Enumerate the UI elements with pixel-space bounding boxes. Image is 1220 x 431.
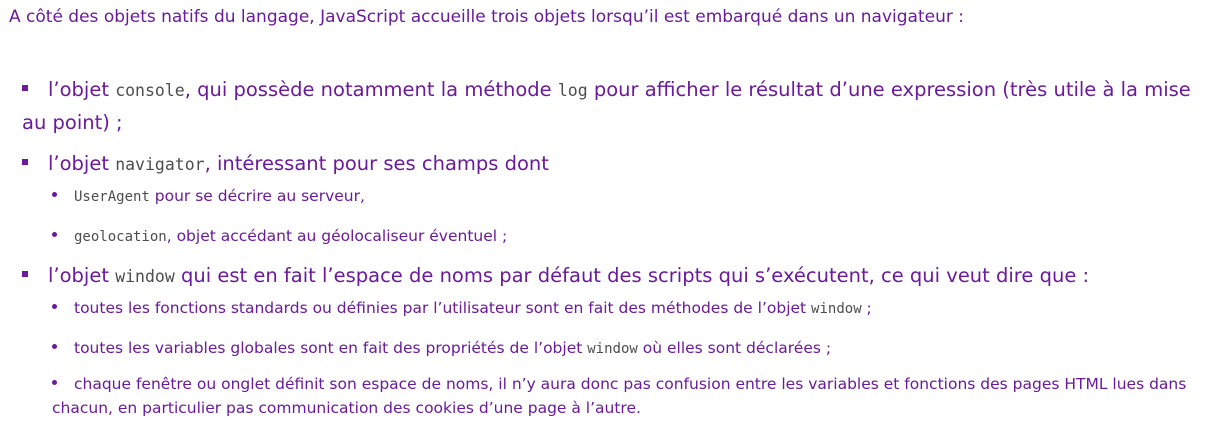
item-text-post: qui est en fait l’espace de noms par déf… — [174, 264, 1090, 287]
code-navigator: navigator — [115, 155, 205, 174]
list-item-console: l’objet console, qui possède notamment l… — [22, 74, 1192, 139]
code-geolocation: geolocation — [74, 229, 167, 245]
round-bullet-icon — [52, 344, 57, 349]
sublist-item-variables: toutes les variables globales sont en fa… — [52, 336, 1192, 361]
sublist-item-geolocation: geolocation, objet accédant au géolocali… — [52, 224, 1192, 249]
subitem-text-pre: chaque fenêtre ou onglet définit son esp… — [52, 375, 1187, 417]
document-page: A côté des objets natifs du langage, Jav… — [0, 0, 1220, 431]
item-text-post: , qui possède notamment la méthode — [184, 78, 558, 101]
square-bullet-icon — [22, 270, 28, 277]
round-bullet-icon — [52, 232, 57, 237]
list-item-window: l’objet window qui est en fait l’espace … — [22, 260, 1192, 293]
subitem-text-post: ; — [861, 299, 872, 317]
item-text-pre: l’objet — [48, 152, 116, 175]
code-useragent: UserAgent — [74, 189, 150, 205]
subitem-text-pre: toutes les fonctions standards ou défini… — [74, 299, 812, 317]
square-bullet-icon — [22, 84, 28, 91]
code-window: window — [811, 301, 862, 317]
subitem-text-post: où elles sont déclarées ; — [637, 339, 832, 357]
round-bullet-icon — [52, 192, 57, 197]
round-bullet-icon — [52, 380, 57, 385]
sublist-item-namespace: chaque fenêtre ou onglet définit son esp… — [52, 372, 1192, 420]
subitem-text-post: pour se décrire au serveur, — [149, 187, 365, 205]
list-item-navigator: l’objet navigator, intéressant pour ses … — [22, 148, 1192, 181]
sublist-item-useragent: UserAgent pour se décrire au serveur, — [52, 184, 1192, 209]
item-text-pre: l’objet — [48, 264, 116, 287]
round-bullet-icon — [52, 304, 57, 309]
code-console: console — [115, 81, 185, 100]
subitem-text-post: , objet accédant au géolocaliseur éventu… — [166, 227, 508, 245]
intro-paragraph: A côté des objets natifs du langage, Jav… — [9, 7, 964, 27]
item-text-pre: l’objet — [48, 78, 116, 101]
square-bullet-icon — [22, 158, 28, 165]
item-text-post: , intéressant pour ses champs dont — [204, 152, 549, 175]
subitem-text-pre: toutes les variables globales sont en fa… — [74, 339, 588, 357]
code-window: window — [115, 267, 175, 286]
code-window: window — [587, 341, 638, 357]
sublist-item-functions: toutes les fonctions standards ou défini… — [52, 296, 1192, 321]
code-log: log — [557, 81, 588, 100]
